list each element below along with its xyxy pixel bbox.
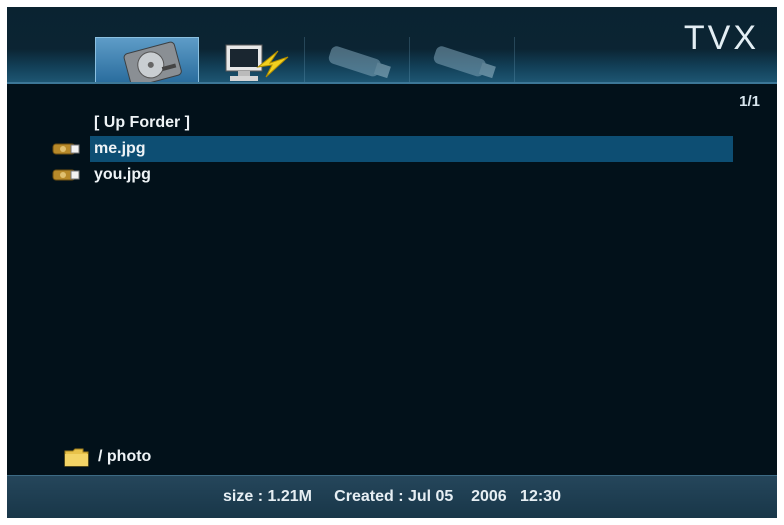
list-item-you-jpg[interactable]: you.jpg xyxy=(47,162,737,188)
source-tab-bar: TVX xyxy=(7,7,777,84)
usb-drive-icon xyxy=(328,46,391,79)
media-player-screen: TVX 1/1 [ Up Forder ] me.jpg you.jpg / p… xyxy=(7,7,777,518)
selection-highlight xyxy=(90,136,733,162)
tab-usb-2[interactable] xyxy=(410,37,515,83)
tab-network[interactable] xyxy=(200,37,305,83)
hard-disk-icon xyxy=(123,41,182,84)
brand-logo: TVX xyxy=(683,19,759,57)
list-item-me-jpg[interactable]: me.jpg xyxy=(47,136,737,162)
file-list: [ Up Forder ] me.jpg you.jpg xyxy=(47,110,737,188)
network-computer-icon xyxy=(225,44,289,81)
tab-hard-disk[interactable] xyxy=(95,37,199,84)
list-item-label: [ Up Forder ] xyxy=(94,114,190,131)
list-item-up-folder[interactable]: [ Up Forder ] xyxy=(47,110,737,136)
page-indicator: 1/1 xyxy=(739,93,760,110)
photo-icon xyxy=(52,143,80,155)
list-item-label: you.jpg xyxy=(94,166,151,183)
header-divider xyxy=(7,82,777,84)
status-bar: size : 1.21M Created : Jul 05 2006 12:30 xyxy=(7,475,777,518)
list-item-label: me.jpg xyxy=(94,140,146,157)
photo-icon xyxy=(52,169,80,181)
tab-usb-1[interactable] xyxy=(305,37,410,83)
folder-icon xyxy=(64,448,89,467)
path-label: / photo xyxy=(98,448,152,465)
usb-drive-icon xyxy=(433,46,496,79)
file-info-text: size : 1.21M Created : Jul 05 2006 12:30 xyxy=(223,488,561,505)
